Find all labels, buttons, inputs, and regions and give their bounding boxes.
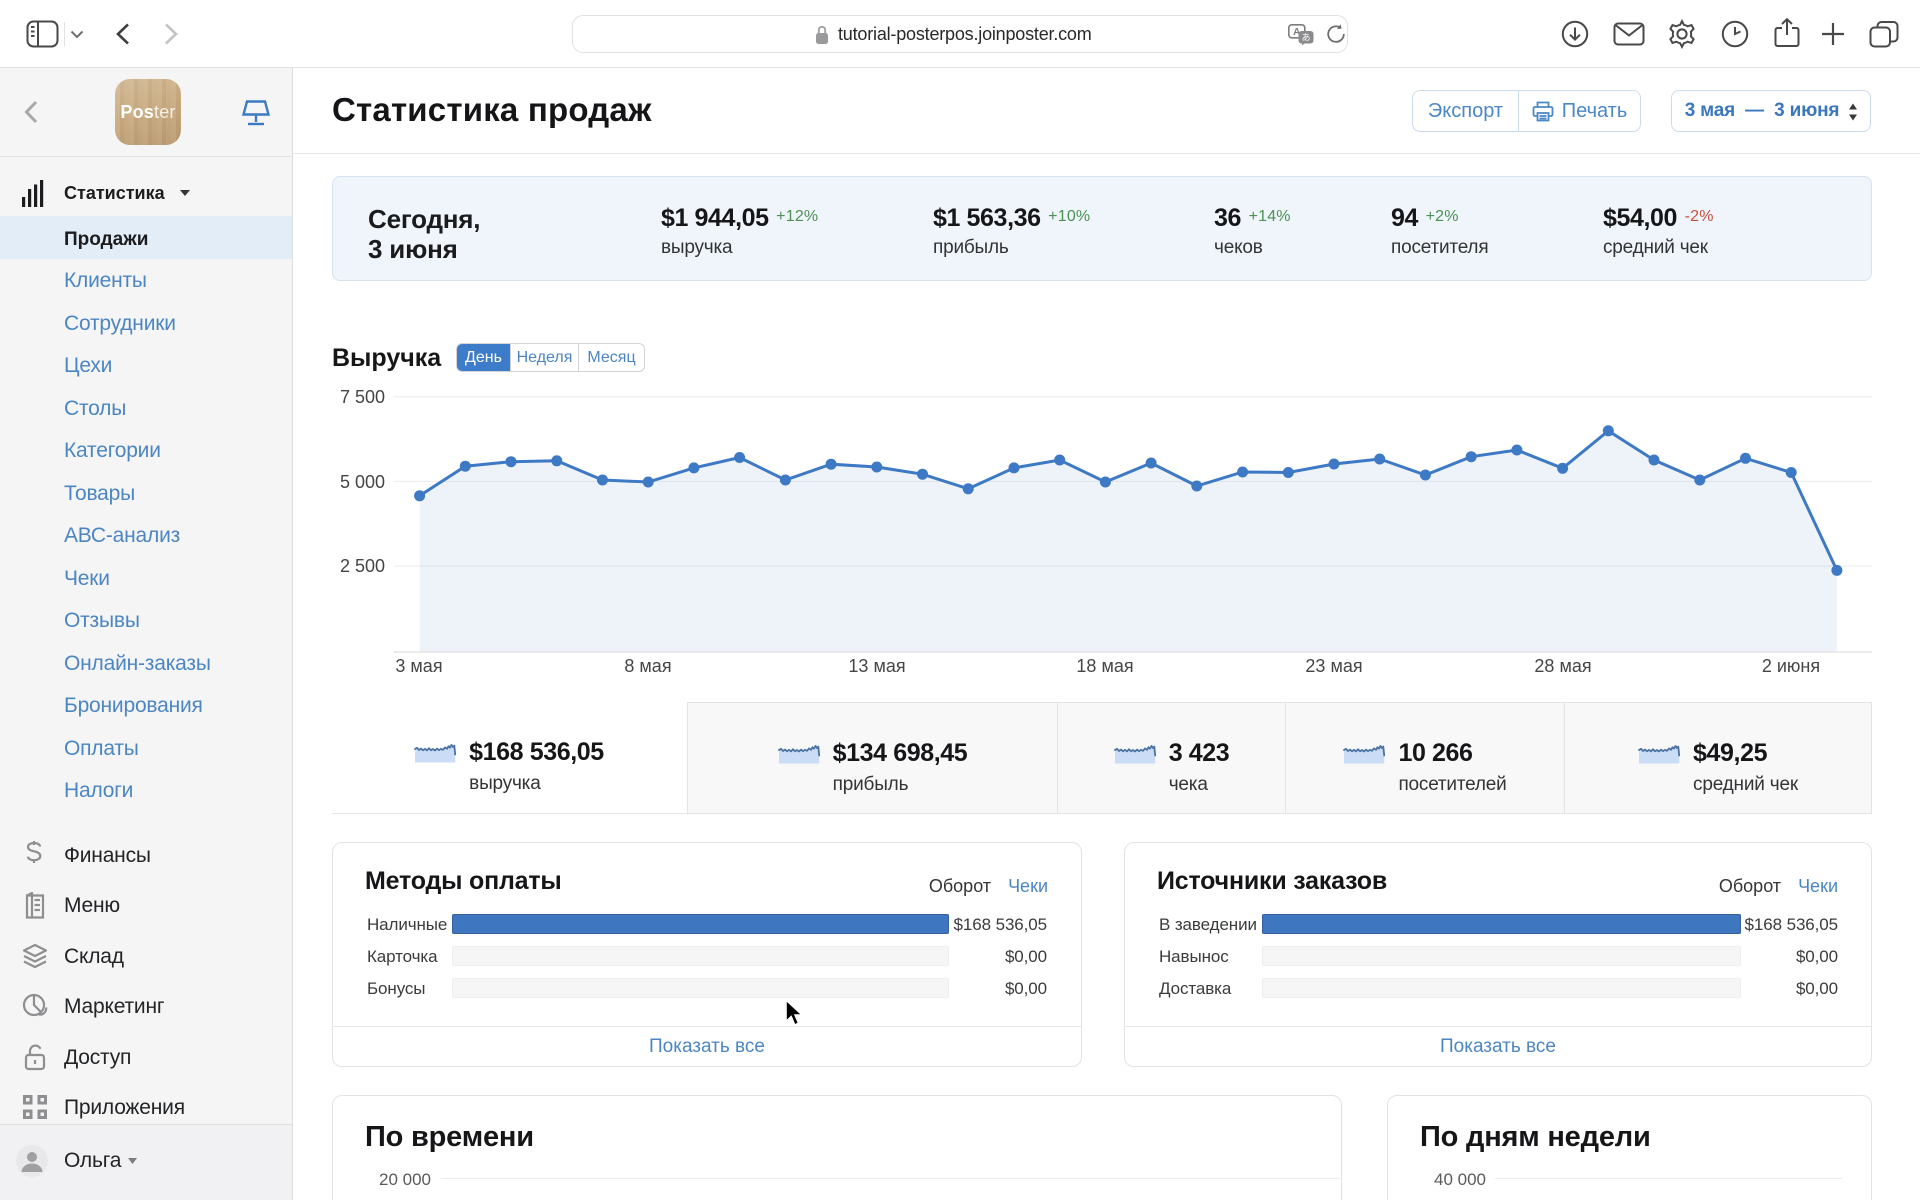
svg-text:13 мая: 13 мая [848, 656, 905, 676]
svg-text:18 мая: 18 мая [1076, 656, 1133, 676]
svg-text:7 500: 7 500 [340, 387, 385, 407]
svg-text:あ: あ [1301, 33, 1310, 43]
svg-text:8 мая: 8 мая [624, 656, 671, 676]
svg-text:2 500: 2 500 [340, 556, 385, 576]
svg-text:2 июня: 2 июня [1762, 656, 1820, 676]
svg-text:5 000: 5 000 [340, 472, 385, 492]
svg-text:23 мая: 23 мая [1305, 656, 1362, 676]
svg-text:28 мая: 28 мая [1534, 656, 1591, 676]
svg-text:3 мая: 3 мая [395, 656, 442, 676]
